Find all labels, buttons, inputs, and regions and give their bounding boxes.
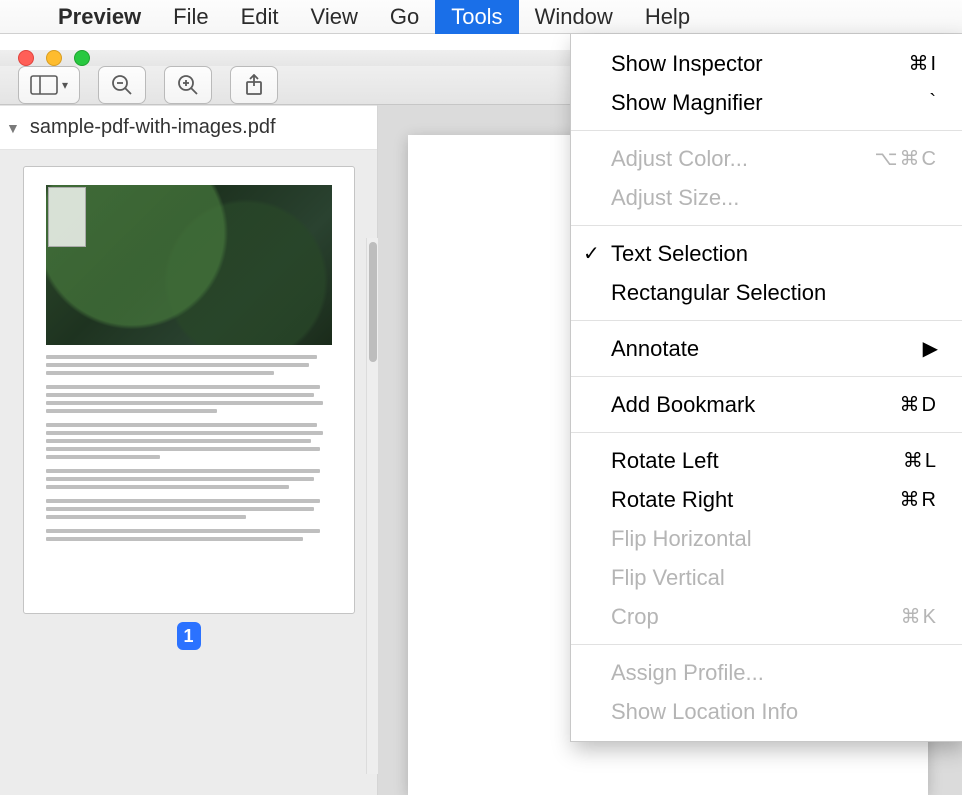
menu-item-label: Add Bookmark	[611, 392, 858, 418]
window-minimize-button[interactable]	[46, 50, 62, 66]
zoom-in-button[interactable]	[164, 66, 212, 104]
zoom-out-button[interactable]	[98, 66, 146, 104]
window-zoom-button[interactable]	[74, 50, 90, 66]
filename-label: sample-pdf-with-images.pdf	[30, 116, 276, 139]
chevron-right-icon: ▶	[923, 336, 938, 361]
menubar-app[interactable]: Preview	[42, 0, 157, 34]
menu-item-label: Flip Horizontal	[611, 526, 858, 552]
menubar-help[interactable]: Help	[629, 0, 706, 34]
thumbnail-sidebar: ▼ sample-pdf-with-images.pdf	[0, 105, 378, 795]
menubar-edit[interactable]: Edit	[225, 0, 295, 34]
menu-item-assign-profile: Assign Profile...	[571, 653, 962, 692]
menu-item-label: Adjust Color...	[611, 146, 858, 172]
page-number-badge[interactable]: 1	[177, 622, 201, 650]
menu-item-label: Show Inspector	[611, 51, 858, 77]
menu-item-flip-horizontal: Flip Horizontal	[571, 519, 962, 558]
menu-item-show-inspector[interactable]: Show Inspector⌘I	[571, 44, 962, 83]
checkmark-icon: ✓	[583, 241, 600, 266]
menu-item-label: Text Selection	[611, 241, 858, 267]
menu-item-shortcut: `	[858, 91, 938, 114]
window-close-button[interactable]	[18, 50, 34, 66]
tools-dropdown: Show Inspector⌘IShow Magnifier`Adjust Co…	[570, 34, 962, 742]
menubar: Preview File Edit View Go Tools Window H…	[0, 0, 962, 34]
menu-item-label: Flip Vertical	[611, 565, 858, 591]
menu-item-show-magnifier[interactable]: Show Magnifier`	[571, 83, 962, 122]
menu-item-rectangular-selection[interactable]: Rectangular Selection	[571, 273, 962, 312]
menu-item-label: Rectangular Selection	[611, 280, 858, 306]
page-thumbnail[interactable]	[23, 166, 355, 614]
menu-separator	[571, 376, 962, 377]
menu-item-flip-vertical: Flip Vertical	[571, 558, 962, 597]
menu-item-rotate-right[interactable]: Rotate Right⌘R	[571, 480, 962, 519]
menu-item-label: Rotate Right	[611, 487, 858, 513]
menu-separator	[571, 644, 962, 645]
menu-item-shortcut: ⌘R	[858, 487, 938, 512]
disclosure-triangle-icon[interactable]: ▼	[6, 120, 20, 136]
sidebar-scrollbar[interactable]	[366, 238, 378, 774]
menu-item-adjust-color: Adjust Color...⌥⌘C	[571, 139, 962, 178]
menu-item-shortcut: ⌘K	[858, 604, 938, 629]
menu-item-label: Annotate	[611, 336, 923, 362]
menu-item-crop: Crop⌘K	[571, 597, 962, 636]
menu-item-add-bookmark[interactable]: Add Bookmark⌘D	[571, 385, 962, 424]
menubar-file[interactable]: File	[157, 0, 224, 34]
menu-item-label: Crop	[611, 604, 858, 630]
menu-item-annotate[interactable]: Annotate▶	[571, 329, 962, 368]
menubar-window[interactable]: Window	[519, 0, 629, 34]
menu-separator	[571, 225, 962, 226]
sidebar-view-button[interactable]: ▾	[18, 66, 80, 104]
menu-item-text-selection[interactable]: ✓ Text Selection	[571, 234, 962, 273]
menu-item-label: Assign Profile...	[611, 660, 858, 686]
menu-item-label: Rotate Left	[611, 448, 858, 474]
menu-item-label: Adjust Size...	[611, 185, 858, 211]
menu-item-shortcut: ⌘I	[858, 51, 938, 76]
menu-item-show-location-info: Show Location Info	[571, 692, 962, 731]
menu-item-label: Show Magnifier	[611, 90, 858, 116]
file-header[interactable]: ▼ sample-pdf-with-images.pdf	[0, 105, 377, 150]
menu-separator	[571, 130, 962, 131]
menu-item-shortcut: ⌥⌘C	[858, 146, 938, 171]
menu-separator	[571, 432, 962, 433]
menu-item-rotate-left[interactable]: Rotate Left⌘L	[571, 441, 962, 480]
share-button[interactable]	[230, 66, 278, 104]
menu-item-shortcut: ⌘D	[858, 392, 938, 417]
menubar-view[interactable]: View	[295, 0, 374, 34]
menubar-tools[interactable]: Tools	[435, 0, 518, 34]
menu-item-adjust-size: Adjust Size...	[571, 178, 962, 217]
thumb-container: 1	[0, 150, 377, 795]
menubar-go[interactable]: Go	[374, 0, 435, 34]
menu-separator	[571, 320, 962, 321]
menu-item-shortcut: ⌘L	[858, 448, 938, 473]
menu-item-label: Show Location Info	[611, 699, 858, 725]
thumbnail-image	[46, 185, 332, 345]
